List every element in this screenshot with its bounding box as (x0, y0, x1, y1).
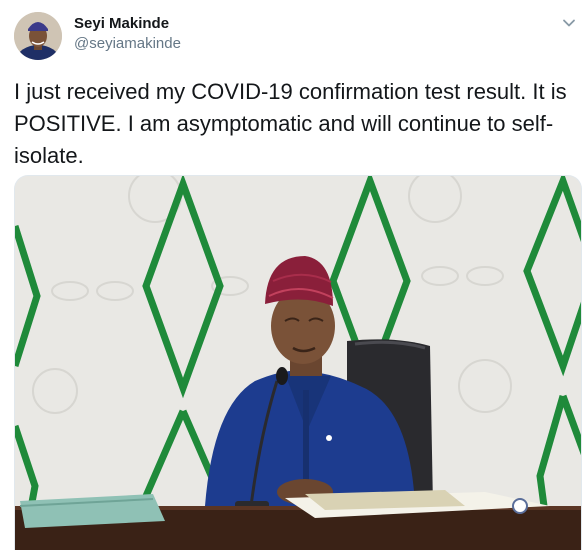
photo-illustration (15, 176, 581, 550)
tweet-text: I just received my COVID-19 confirmation… (14, 79, 567, 168)
avatar-image (14, 12, 62, 60)
tweet-photo[interactable] (14, 175, 582, 550)
display-name[interactable]: Seyi Makinde (74, 14, 181, 34)
handle[interactable]: @seyiamakinde (74, 34, 181, 54)
chevron-down-icon[interactable] (560, 14, 578, 32)
tweet-card: Seyi Makinde @seyiamakinde I just receiv… (0, 0, 586, 550)
author-block: Seyi Makinde @seyiamakinde (74, 14, 181, 54)
avatar[interactable] (14, 12, 62, 60)
